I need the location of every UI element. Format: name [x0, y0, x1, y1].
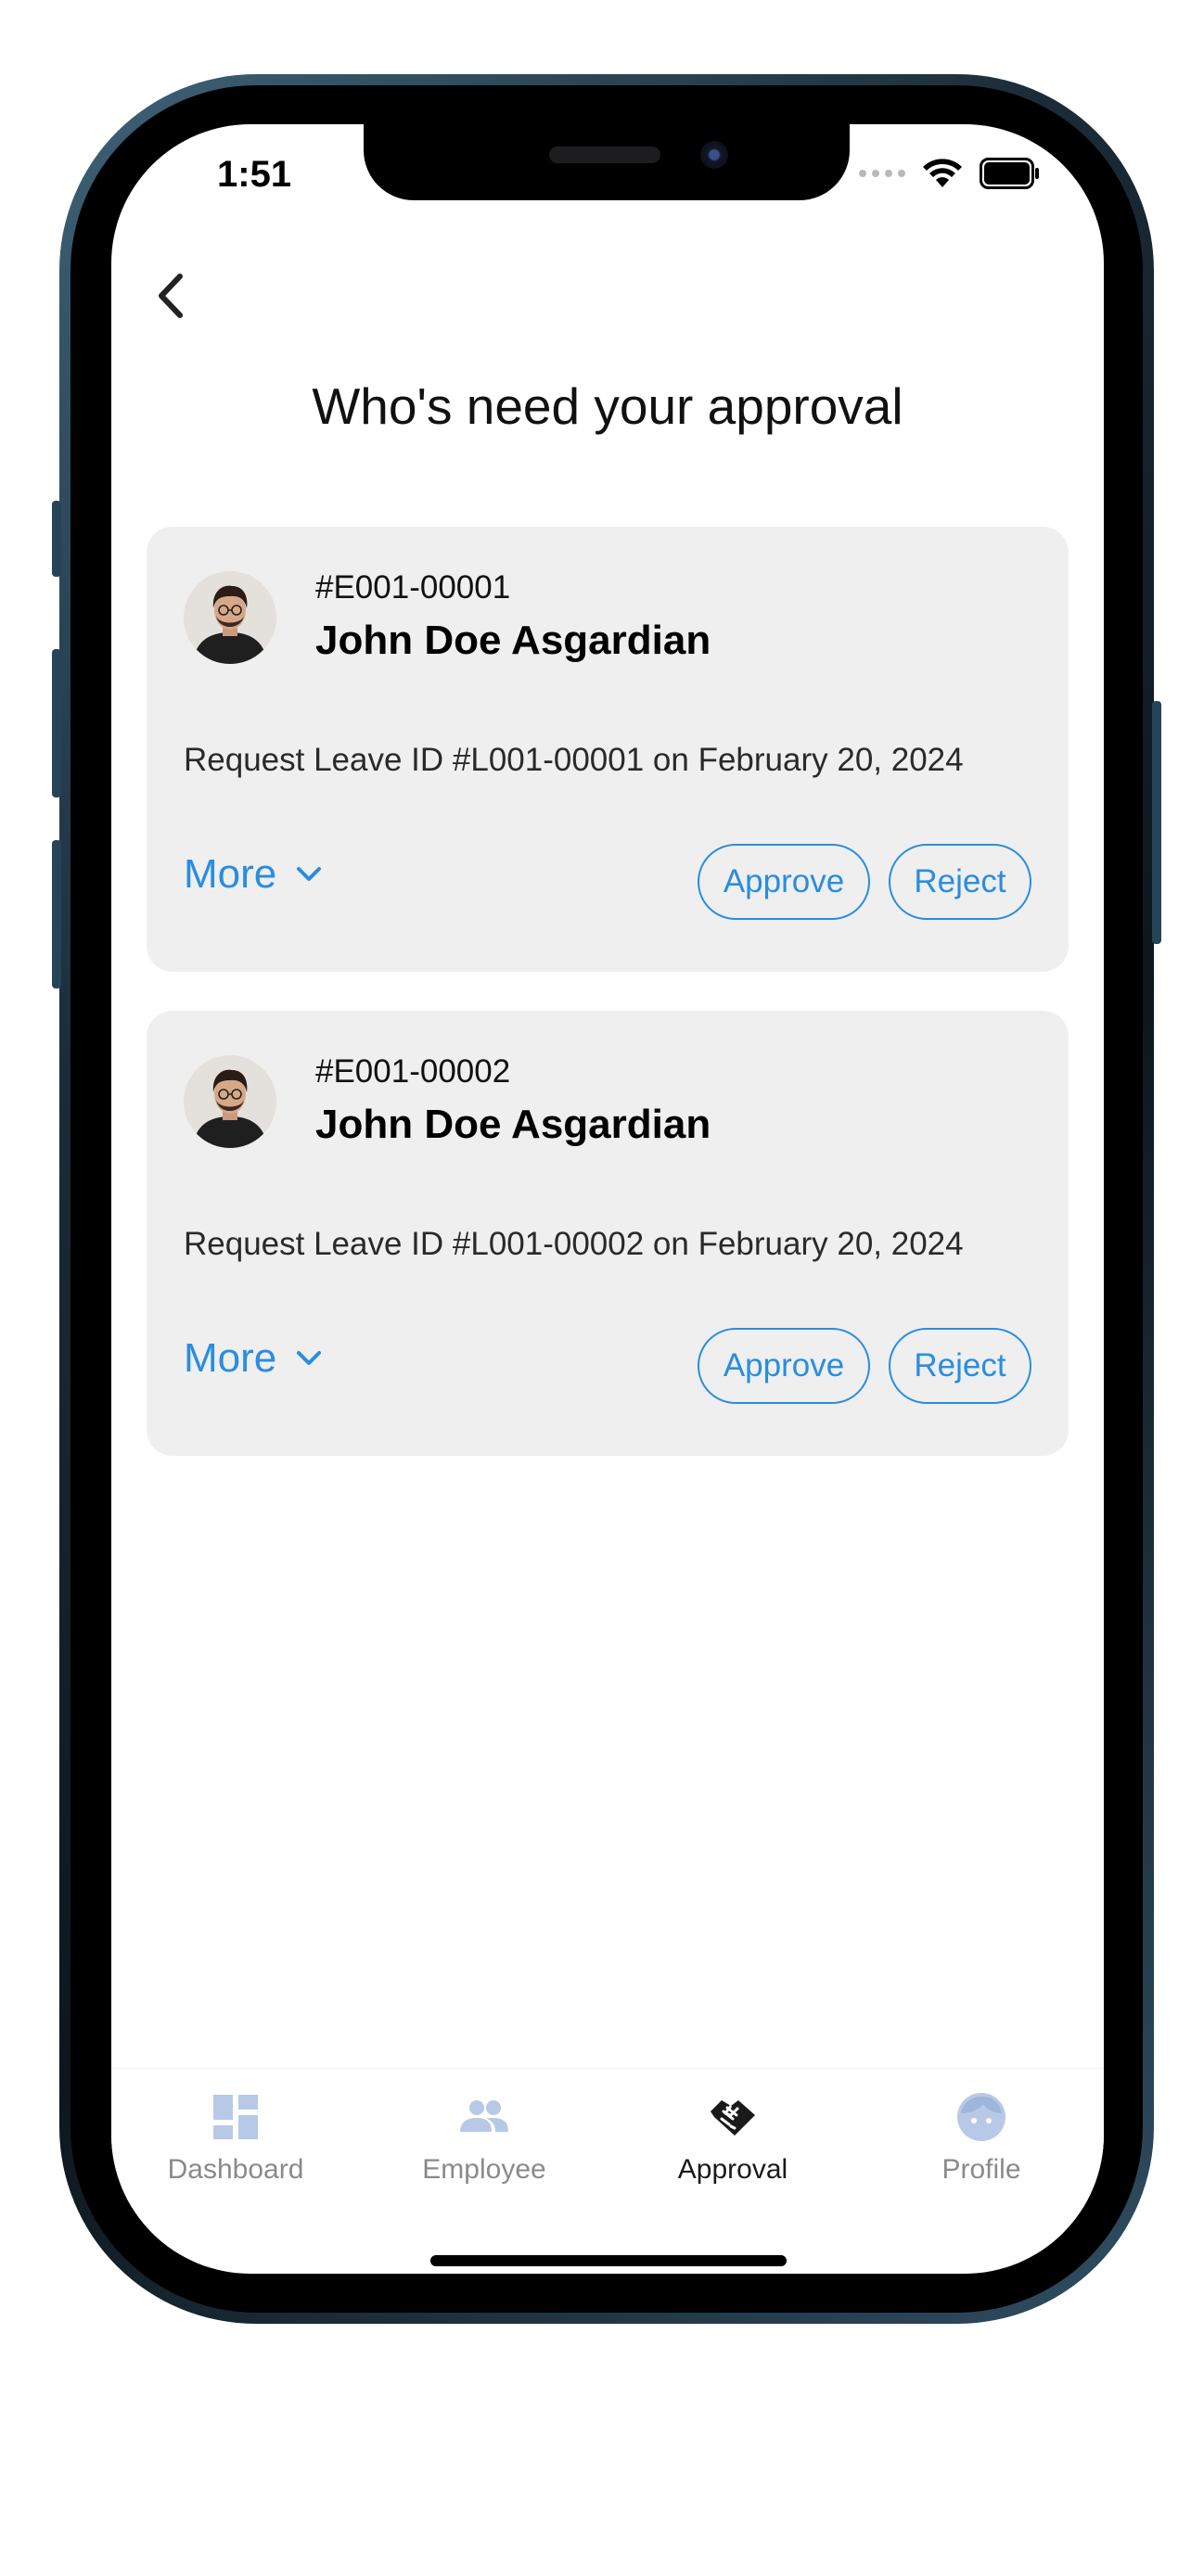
- avatar: [184, 571, 276, 664]
- approval-card: #E001-00001 John Doe Asgardian Request L…: [147, 527, 1069, 972]
- home-indicator[interactable]: [430, 2255, 787, 2266]
- avatar: [184, 1055, 276, 1148]
- status-icons: [859, 158, 1041, 189]
- dashboard-icon: [213, 2095, 258, 2139]
- approve-button[interactable]: Approve: [698, 844, 870, 920]
- more-button[interactable]: More: [184, 851, 323, 898]
- tab-approval[interactable]: Approval: [608, 2069, 857, 2208]
- tab-employee[interactable]: Employee: [360, 2069, 608, 2208]
- status-time: 1:51: [217, 154, 292, 195]
- notch: [364, 124, 850, 200]
- approve-button[interactable]: Approve: [698, 1328, 870, 1404]
- bottom-tab-bar: Dashboard Employee Approval Profile: [111, 2068, 1104, 2208]
- approval-card: #E001-00002 John Doe Asgardian Request L…: [147, 1011, 1069, 1456]
- back-button[interactable]: [139, 263, 204, 328]
- request-description: Request Leave ID #L001-00002 on February…: [184, 1226, 964, 1262]
- phone-volume-up-button: [52, 649, 61, 797]
- employee-name: John Doe Asgardian: [315, 1102, 711, 1147]
- employee-id: #E001-00002: [315, 1053, 511, 1090]
- tab-label: Dashboard: [167, 2154, 304, 2185]
- phone-power-button: [1152, 701, 1161, 944]
- chevron-down-icon: [297, 867, 322, 881]
- more-label: More: [184, 851, 277, 897]
- more-button[interactable]: More: [184, 1335, 323, 1382]
- handshake-icon: [711, 2100, 755, 2136]
- tab-label: Employee: [422, 2154, 546, 2185]
- tab-label: Profile: [941, 2154, 1021, 2185]
- people-icon: [460, 2100, 508, 2132]
- request-description: Request Leave ID #L001-00001 on February…: [184, 742, 964, 778]
- signal-dots-icon: [859, 170, 905, 177]
- employee-name: John Doe Asgardian: [315, 618, 711, 663]
- phone-action-button: [52, 501, 61, 577]
- tab-dashboard[interactable]: Dashboard: [111, 2069, 360, 2208]
- employee-id: #E001-00001: [315, 569, 511, 606]
- tab-profile[interactable]: Profile: [857, 2069, 1104, 2208]
- chevron-left-icon: [159, 274, 183, 318]
- app-screen: 1:51 Who's need your approval #E001-0000…: [111, 124, 1104, 2274]
- speaker-grille: [549, 147, 660, 163]
- page-title: Who's need your approval: [312, 377, 903, 435]
- reject-button[interactable]: Reject: [889, 1328, 1031, 1404]
- tab-label: Approval: [677, 2154, 788, 2185]
- chevron-down-icon: [297, 1351, 322, 1365]
- face-icon: [957, 2093, 1005, 2141]
- front-camera: [700, 141, 728, 169]
- wifi-icon: [922, 158, 963, 189]
- phone-volume-down-button: [52, 840, 61, 988]
- reject-button[interactable]: Reject: [889, 844, 1031, 920]
- battery-icon: [980, 158, 1041, 189]
- more-label: More: [184, 1335, 277, 1381]
